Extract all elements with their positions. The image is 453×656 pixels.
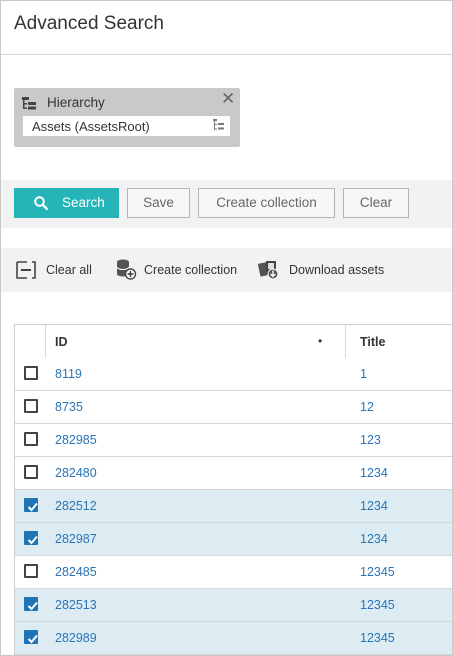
row-id-link[interactable]: 282987	[55, 532, 97, 546]
search-toolbar: Search Save Create collection Clear	[1, 180, 452, 228]
create-collection-button[interactable]: Create collection	[198, 188, 335, 218]
advanced-search-panel: Advanced Search Hierarchy ✕ Assets (Asse…	[0, 0, 453, 656]
create-collection-icon	[116, 259, 137, 280]
download-assets-label: Download assets	[289, 263, 385, 277]
hierarchy-filter: Hierarchy ✕ Assets (AssetsRoot)	[14, 88, 240, 147]
row-checkbox[interactable]	[24, 564, 38, 578]
row-checkbox[interactable]	[24, 366, 38, 380]
row-checkbox[interactable]	[24, 630, 38, 644]
results-actions-bar: Clear all Create collection Download ass…	[1, 248, 452, 292]
checkmark-icon	[27, 502, 38, 512]
table-row[interactable]: 282513 12345	[15, 589, 452, 622]
row-id-link[interactable]: 282989	[55, 631, 97, 645]
search-button-label: Search	[62, 195, 105, 210]
hierarchy-value-field[interactable]: Assets (AssetsRoot)	[23, 116, 230, 136]
clear-button[interactable]: Clear	[343, 188, 409, 218]
page-title: Advanced Search	[14, 13, 164, 34]
row-title-link[interactable]: 12345	[360, 598, 395, 612]
column-header-id[interactable]: ID	[55, 335, 68, 349]
row-title-link[interactable]: 12	[360, 400, 374, 414]
table-row[interactable]: 282485 12345	[15, 556, 452, 589]
save-button[interactable]: Save	[127, 188, 190, 218]
row-title-link[interactable]: 1234	[360, 466, 388, 480]
checkmark-icon	[27, 601, 38, 611]
row-checkbox[interactable]	[24, 432, 38, 446]
table-row[interactable]: 8119 1	[15, 358, 452, 391]
row-id-link[interactable]: 282513	[55, 598, 97, 612]
row-id-link[interactable]: 282512	[55, 499, 97, 513]
table-row[interactable]: 282985 123	[15, 424, 452, 457]
column-header-title[interactable]: Title	[360, 335, 385, 349]
clear-all-action[interactable]: Clear all	[15, 258, 93, 280]
row-id-link[interactable]: 282985	[55, 433, 97, 447]
row-checkbox[interactable]	[24, 531, 38, 545]
close-icon[interactable]: ✕	[221, 90, 235, 108]
row-checkbox[interactable]	[24, 399, 38, 413]
download-assets-icon	[258, 261, 279, 280]
download-assets-action[interactable]: Download assets	[258, 258, 385, 280]
table-row[interactable]: 282987 1234	[15, 523, 452, 556]
clear-all-label: Clear all	[46, 263, 92, 277]
row-id-link[interactable]: 282485	[55, 565, 97, 579]
clear-all-icon	[16, 261, 36, 279]
search-icon	[34, 196, 48, 210]
row-id-link[interactable]: 282480	[55, 466, 97, 480]
create-collection-label: Create collection	[144, 263, 238, 277]
hierarchy-value: Assets (AssetsRoot)	[32, 119, 150, 134]
row-title-link[interactable]: 1234	[360, 532, 388, 546]
table-row[interactable]: 282512 1234	[15, 490, 452, 523]
row-title-link[interactable]: 1234	[360, 499, 388, 513]
search-button[interactable]: Search	[14, 188, 119, 218]
row-title-link[interactable]: 12345	[360, 631, 395, 645]
table-header: ID • Title	[15, 325, 452, 359]
hierarchy-picker-icon[interactable]	[213, 119, 226, 132]
row-checkbox[interactable]	[24, 465, 38, 479]
table-row[interactable]: 282480 1234	[15, 457, 452, 490]
sort-indicator[interactable]: •	[318, 334, 322, 348]
hierarchy-icon	[22, 97, 36, 110]
row-title-link[interactable]: 1	[360, 367, 367, 381]
row-id-link[interactable]: 8119	[55, 367, 82, 381]
results-table: ID • Title 8119 1 8735 12 282985 123 282…	[14, 324, 452, 655]
panel-header: Advanced Search	[1, 1, 452, 55]
row-title-link[interactable]: 12345	[360, 565, 395, 579]
table-row[interactable]: 8735 12	[15, 391, 452, 424]
create-collection-action[interactable]: Create collection	[115, 258, 237, 280]
row-checkbox[interactable]	[24, 597, 38, 611]
row-checkbox[interactable]	[24, 498, 38, 512]
hierarchy-label: Hierarchy	[47, 95, 105, 110]
checkmark-icon	[27, 634, 38, 644]
row-title-link[interactable]: 123	[360, 433, 381, 447]
table-row[interactable]: 282989 12345	[15, 622, 452, 655]
checkmark-icon	[27, 535, 38, 545]
row-id-link[interactable]: 8735	[55, 400, 83, 414]
